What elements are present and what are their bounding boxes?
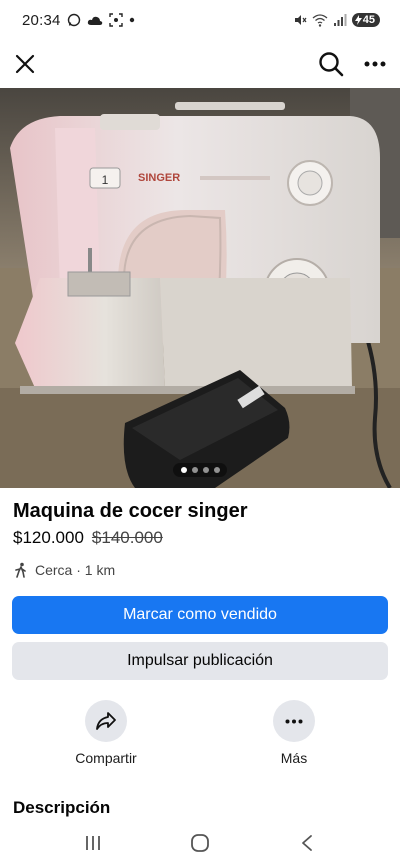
app-header [0, 40, 400, 88]
more-horizontal-icon [364, 61, 386, 67]
carousel-dot [191, 467, 198, 473]
listing-location: Cerca · 1 km [13, 562, 115, 578]
more-button[interactable]: Más [244, 700, 344, 766]
product-photo[interactable]: 1 SINGER S [0, 88, 400, 488]
carousel-indicator[interactable] [173, 463, 227, 477]
back-icon [301, 835, 312, 851]
close-icon [15, 54, 35, 74]
more-label: Más [280, 750, 308, 766]
search-button[interactable] [318, 51, 344, 77]
cloud-icon [87, 14, 103, 26]
price-row: $120.000 $140.000 [13, 528, 163, 548]
home-icon [191, 834, 209, 852]
location-text: Cerca · 1 km [35, 562, 116, 578]
share-circle [85, 700, 127, 742]
header-actions [318, 51, 388, 77]
status-right: 45 [293, 13, 380, 27]
close-button[interactable] [12, 51, 38, 77]
wifi-icon [312, 13, 328, 27]
status-time: 20:34 [22, 11, 61, 29]
carousel-dot [213, 467, 220, 473]
share-icon [96, 712, 116, 730]
battery-charging-icon: 45 [351, 13, 380, 27]
svg-text:1: 1 [102, 173, 109, 187]
recents-icon [86, 836, 101, 850]
more-circle [273, 700, 315, 742]
listing-title: Maquina de cocer singer [13, 500, 248, 522]
status-left: 20:34 [22, 12, 135, 29]
signal-icon [333, 13, 347, 27]
boost-listing-button[interactable]: Impulsar publicación [12, 642, 388, 680]
brand-label: SINGER [138, 172, 180, 184]
walking-person-icon [15, 562, 26, 578]
more-options-button[interactable] [362, 51, 388, 77]
current-price: $120.000 [13, 528, 84, 547]
carousel-dot [180, 467, 187, 473]
whatsapp-icon [67, 13, 81, 27]
mark-sold-button[interactable]: Marcar como vendido [12, 596, 388, 634]
battery-level: 45 [362, 14, 375, 26]
share-label: Compartir [75, 750, 137, 766]
more-horizontal-icon [285, 719, 303, 723]
home-button[interactable] [180, 823, 220, 863]
share-button[interactable]: Compartir [56, 700, 156, 766]
status-bar: 20:34 45 [0, 0, 400, 40]
sewing-machine-image: 1 SINGER S [0, 88, 400, 488]
recents-button[interactable] [73, 823, 113, 863]
screenshot-icon [108, 13, 123, 27]
description-heading: Descripción [13, 798, 111, 817]
original-price: $140.000 [91, 528, 163, 547]
system-nav-bar [0, 820, 400, 866]
dot-icon [129, 17, 135, 23]
mute-icon [293, 13, 307, 27]
search-icon [319, 52, 344, 77]
carousel-dot [202, 467, 209, 473]
back-button[interactable] [287, 823, 327, 863]
